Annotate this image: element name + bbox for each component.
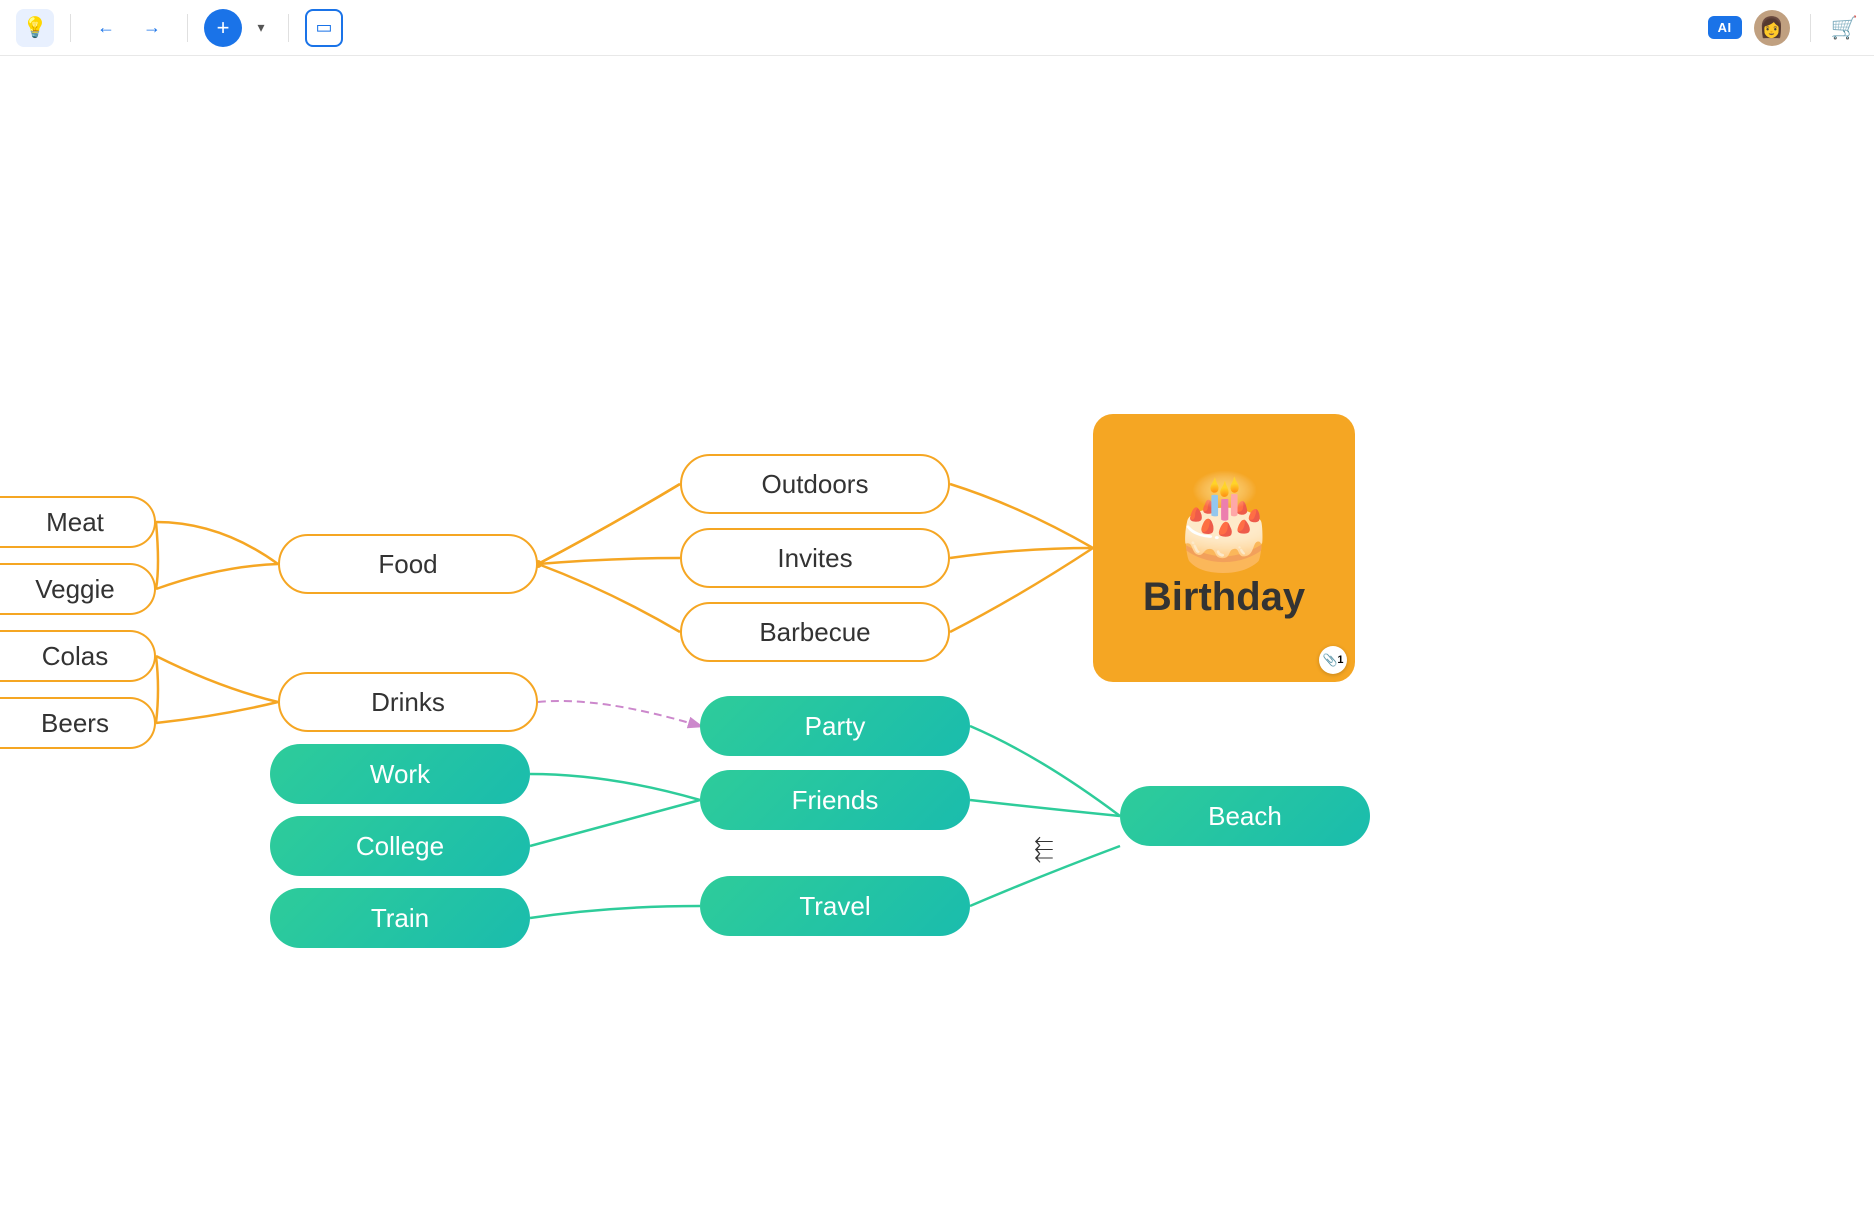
add-button[interactable]: + — [204, 9, 242, 47]
friends-label: Friends — [792, 785, 879, 816]
beach-node[interactable]: Beach — [1120, 786, 1370, 846]
toolbar-right: AI 👩 🛒 — [1708, 10, 1858, 46]
birthday-label: Birthday — [1143, 575, 1305, 620]
avatar[interactable]: 👩 — [1754, 10, 1790, 46]
drinks-label: Drinks — [371, 687, 445, 718]
train-label: Train — [371, 903, 429, 934]
college-node[interactable]: College — [270, 816, 530, 876]
barbecue-label: Barbecue — [759, 617, 870, 648]
cart-icon[interactable]: 🛒 — [1831, 15, 1858, 41]
colas-node[interactable]: Colas — [0, 630, 156, 682]
beers-label: Beers — [41, 708, 109, 739]
college-label: College — [356, 831, 444, 862]
redo-button[interactable]: → — [133, 9, 171, 47]
add-dropdown-button[interactable]: ▾ — [250, 9, 272, 47]
beers-node[interactable]: Beers — [0, 697, 156, 749]
barbecue-node[interactable]: Barbecue — [680, 602, 950, 662]
divider-4 — [1810, 14, 1811, 42]
toolbar: 💡 ← → + ▾ ▭ AI 👩 🛒 — [0, 0, 1874, 56]
invites-label: Invites — [777, 543, 852, 574]
attachment-icon: 📎 — [1322, 653, 1337, 667]
veggie-label: Veggie — [35, 574, 115, 605]
food-node[interactable]: Food — [278, 534, 538, 594]
meat-node[interactable]: Meat — [0, 496, 156, 548]
work-label: Work — [370, 759, 430, 790]
undo-button[interactable]: ← — [87, 9, 125, 47]
divider-3 — [288, 14, 289, 42]
invites-node[interactable]: Invites — [680, 528, 950, 588]
outdoors-node[interactable]: Outdoors — [680, 454, 950, 514]
divider-2 — [187, 14, 188, 42]
divider-1 — [70, 14, 71, 42]
select-button[interactable]: ▭ — [305, 9, 343, 47]
attachment-badge[interactable]: 📎 1 — [1319, 646, 1347, 674]
attachment-count: 1 — [1337, 654, 1343, 666]
birthday-node[interactable]: 🎂 Birthday 📎 1 — [1093, 414, 1355, 682]
travel-node[interactable]: Travel — [700, 876, 970, 936]
toolbar-left: 💡 ← → + ▾ ▭ — [16, 9, 343, 47]
train-node[interactable]: Train — [270, 888, 530, 948]
ai-badge[interactable]: AI — [1708, 16, 1742, 39]
party-node[interactable]: Party — [700, 696, 970, 756]
party-label: Party — [805, 711, 866, 742]
meat-label: Meat — [46, 507, 104, 538]
drinks-node[interactable]: Drinks — [278, 672, 538, 732]
work-node[interactable]: Work — [270, 744, 530, 804]
outdoors-label: Outdoors — [762, 469, 869, 500]
birthday-cake-icon: 🎂 — [1168, 477, 1280, 567]
friends-node[interactable]: Friends — [700, 770, 970, 830]
canvas: 🎂 Birthday 📎 1 Outdoors Invites Barbecue… — [0, 56, 1874, 1227]
veggie-node[interactable]: Veggie — [0, 563, 156, 615]
lightbulb-button[interactable]: 💡 — [16, 9, 54, 47]
food-label: Food — [378, 549, 437, 580]
beach-label: Beach — [1208, 801, 1282, 832]
travel-label: Travel — [799, 891, 870, 922]
cursor-icon: ⬱ — [1034, 836, 1053, 864]
colas-label: Colas — [42, 641, 108, 672]
